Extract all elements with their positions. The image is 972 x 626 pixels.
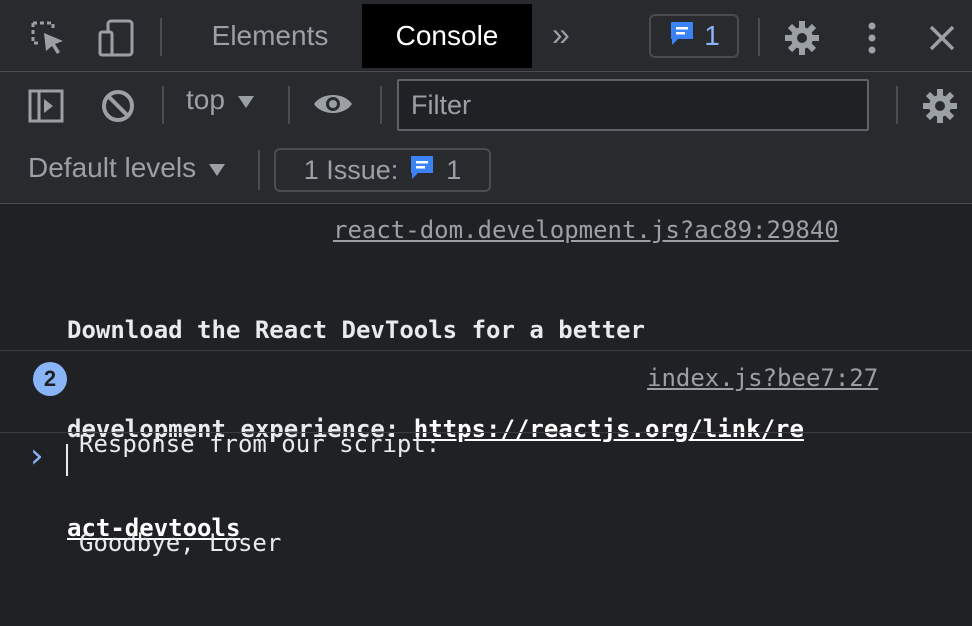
dropdown-arrow-icon	[208, 152, 226, 184]
dropdown-arrow-icon	[237, 84, 255, 116]
filter-input[interactable]	[397, 79, 869, 131]
sidebar-toggle-icon[interactable]	[24, 84, 68, 128]
message-source-link[interactable]: index.js?bee7:27	[647, 364, 878, 392]
issues-count: 1	[446, 154, 462, 185]
more-tabs-icon[interactable]: »	[552, 16, 570, 53]
messages-count: 1	[704, 20, 720, 51]
levels-label: Default levels	[28, 152, 197, 183]
message-icon	[668, 19, 696, 54]
console-message: index.js?bee7:27 Response from our scrip…	[0, 350, 972, 557]
devtools-tabbar: Elements Console » 1	[0, 0, 972, 72]
separator	[758, 18, 760, 56]
issues-label: 1 Issue:	[303, 154, 399, 185]
settings-icon[interactable]	[780, 16, 824, 60]
eye-icon[interactable]	[310, 82, 356, 126]
separator	[258, 150, 260, 190]
clear-console-icon[interactable]	[96, 84, 140, 128]
console-input[interactable]	[58, 434, 958, 484]
message-text-line: Download the React DevTools for a better	[67, 316, 645, 344]
separator	[162, 86, 164, 124]
kebab-menu-icon[interactable]	[856, 16, 888, 60]
message-text: Response from our script: Goodbye, Loser	[79, 362, 440, 626]
console-settings-icon[interactable]	[918, 84, 962, 128]
issue-icon	[408, 153, 436, 188]
separator	[896, 86, 898, 124]
separator	[380, 86, 382, 124]
inspect-icon[interactable]	[28, 18, 68, 58]
prompt-chevron-icon: ›	[30, 436, 44, 476]
separator	[288, 86, 290, 124]
message-text-line: Goodbye, Loser	[79, 529, 282, 557]
message-source-link[interactable]: react-dom.development.js?ac89:29840	[333, 216, 839, 244]
issues-button[interactable]: 1 Issue: 1	[274, 148, 491, 192]
context-label: top	[186, 84, 225, 115]
repeat-count-badge: 2	[33, 362, 67, 396]
separator	[160, 18, 162, 56]
text-cursor	[66, 444, 68, 476]
tab-console[interactable]: Console	[362, 4, 532, 68]
tab-elements[interactable]: Elements	[190, 4, 350, 68]
device-toggle-icon[interactable]	[94, 16, 138, 60]
context-selector[interactable]: top	[186, 84, 255, 116]
messages-badge[interactable]: 1	[649, 14, 739, 58]
levels-dropdown[interactable]: Default levels	[28, 152, 226, 184]
console-message: react-dom.development.js?ac89:29840 Down…	[0, 204, 972, 542]
close-icon[interactable]	[920, 16, 964, 60]
